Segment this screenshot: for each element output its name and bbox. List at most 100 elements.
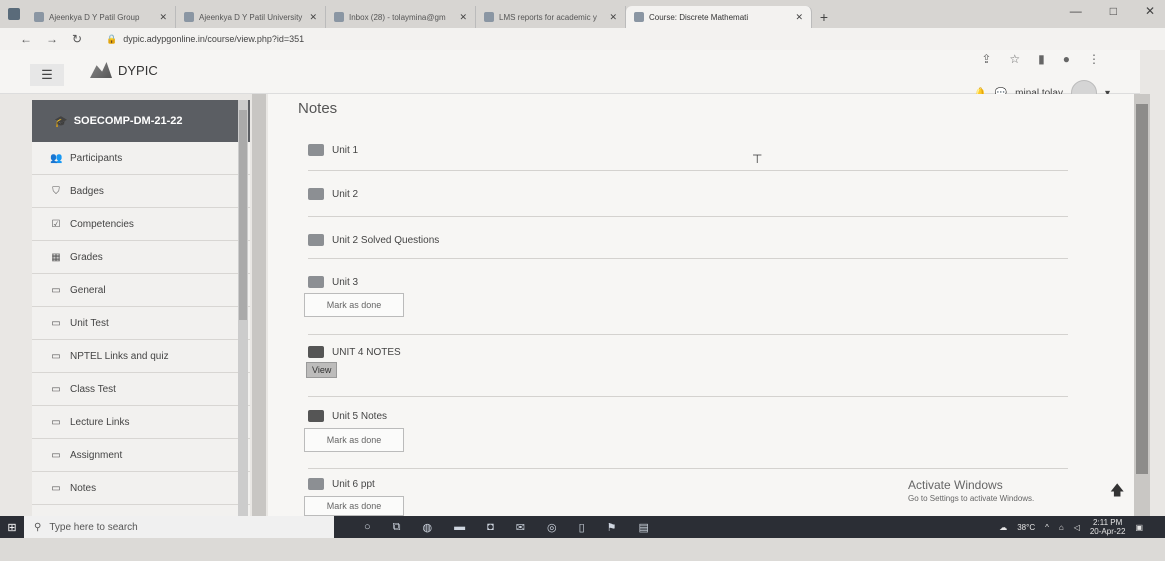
volume-icon[interactable]: ◁ — [1074, 523, 1080, 532]
file-icon — [308, 234, 324, 246]
file-explorer-icon[interactable]: ▬ — [454, 521, 465, 534]
close-tab-icon[interactable]: ✕ — [459, 12, 467, 23]
panel-divider — [252, 94, 266, 516]
tray-chevron-icon[interactable]: ^ — [1045, 523, 1049, 532]
start-button[interactable]: ⊞ — [0, 516, 24, 538]
folder-icon: ▭ — [51, 350, 61, 362]
close-tab-icon[interactable]: ✕ — [795, 12, 803, 23]
profile-icon[interactable]: ● — [1063, 52, 1070, 66]
course-code: SOECOMP-DM-21-22 — [73, 115, 183, 127]
browser-tab-active[interactable]: Course: Discrete Mathemati ✕ — [626, 6, 812, 28]
folder-icon: ▭ — [51, 383, 61, 395]
network-icon[interactable]: ⌂ — [1059, 523, 1064, 532]
clock[interactable]: 2:11 PM 20-Apr-22 — [1090, 518, 1126, 536]
edge-icon[interactable]: ◍ — [423, 521, 433, 534]
share-icon[interactable]: ⇪ — [981, 52, 991, 66]
activate-subtitle: Go to Settings to activate Windows. — [908, 494, 1035, 503]
temperature[interactable]: 38°C — [1017, 523, 1035, 532]
taskbar-apps: ○ ⧉ ◍ ▬ ◘ ✉ ◎ ▯ ⚑ ▤ — [364, 521, 649, 534]
url-field[interactable]: 🔒 dypic.adypgonline.in/course/view.php?id… — [106, 34, 304, 45]
back-to-top-icon[interactable]: 🡅 — [1110, 480, 1124, 504]
store-icon[interactable]: ◘ — [487, 521, 494, 534]
mouse-cursor: ⊤ — [752, 152, 763, 166]
app-icon[interactable]: ▯ — [579, 521, 585, 534]
sidepanel-icon[interactable]: ▮ — [1038, 52, 1045, 66]
browser-actions: ⇪ ☆ ▮ ● ⋮ — [981, 52, 1100, 66]
browser-tab[interactable]: LMS reports for academic y ✕ — [476, 6, 626, 28]
sidebar-item-participants[interactable]: 👥 Participants — [32, 142, 250, 175]
sidebar-item-lecture-links[interactable]: ▭ Lecture Links — [32, 406, 250, 439]
sidebar-course-header[interactable]: 🎓 SOECOMP-DM-21-22 — [32, 100, 250, 142]
site-brand[interactable]: DYPIC — [90, 62, 158, 78]
chrome-icon[interactable]: ◎ — [547, 521, 557, 534]
url-text: dypic.adypgonline.in/course/view.php?id=… — [123, 33, 305, 44]
menu-toggle-button[interactable]: ☰ — [30, 64, 64, 86]
notification-icon[interactable]: ▣ — [1135, 523, 1143, 532]
close-window-button[interactable]: ✕ — [1145, 4, 1155, 18]
folder-icon — [308, 410, 324, 422]
close-tab-icon[interactable]: ✕ — [609, 12, 617, 23]
sidebar-item-label: Unit Test — [70, 317, 109, 329]
windows-icon: ⊞ — [7, 521, 17, 534]
close-tab-icon[interactable]: ✕ — [309, 12, 317, 23]
reload-icon[interactable]: ↻ — [72, 32, 82, 46]
folder-icon — [308, 346, 324, 358]
divider — [308, 334, 1068, 335]
scrollbar-thumb[interactable] — [1136, 104, 1148, 474]
sidebar-scrollbar[interactable] — [238, 100, 248, 516]
sidebar-item-notes[interactable]: ▭ Notes — [32, 472, 250, 505]
view-button[interactable]: View — [306, 362, 338, 378]
new-tab-button[interactable]: + — [812, 6, 836, 28]
task-view-icon[interactable]: ⧉ — [393, 521, 401, 534]
system-tray: ☁ 38°C ^ ⌂ ◁ 2:11 PM 20-Apr-22 ▣ — [999, 518, 1143, 536]
teams-icon[interactable]: ⚑ — [607, 521, 617, 534]
sidebar-item-label: Notes — [70, 482, 97, 494]
close-tab-icon[interactable]: ✕ — [159, 12, 167, 23]
sidebar-item-general[interactable]: ▭ General — [32, 274, 250, 307]
activity-unit-2[interactable]: Unit 2 — [308, 188, 358, 200]
sidebar-item-competencies[interactable]: ☑ Competencies — [32, 208, 250, 241]
screen-bottom-edge — [0, 538, 1165, 561]
word-icon[interactable]: ▤ — [639, 521, 649, 534]
mark-as-done-button[interactable]: Mark as done — [304, 496, 404, 516]
activity-unit-6-ppt[interactable]: Unit 6 ppt — [308, 478, 375, 490]
sidebar-item-unit-test[interactable]: ▭ Unit Test — [32, 307, 250, 340]
mark-as-done-button[interactable]: Mark as done — [304, 293, 404, 317]
scrollbar-thumb[interactable] — [239, 110, 247, 320]
folder-icon: ▭ — [51, 449, 61, 461]
course-content: Notes Unit 1 ⊤ Unit 2 Unit 2 Solved Ques… — [268, 94, 1134, 516]
activity-unit-3[interactable]: Unit 3 — [308, 276, 358, 288]
search-icon: ⚲ — [34, 521, 42, 533]
sidebar-item-nptel[interactable]: ▭ NPTEL Links and quiz — [32, 340, 250, 373]
taskbar-search[interactable]: ⚲ Type here to search — [24, 516, 334, 538]
activity-unit-5-notes[interactable]: Unit 5 Notes — [308, 410, 387, 422]
sidebar-item-label: General — [70, 284, 106, 296]
browser-tab[interactable]: Ajeenkya D Y Patil Group ✕ — [26, 6, 176, 28]
tab-search-icon[interactable] — [8, 8, 20, 20]
more-icon[interactable]: ⋮ — [1088, 52, 1100, 66]
activity-label: UNIT 4 NOTES — [332, 346, 401, 358]
sidebar-item-label: Grades — [70, 251, 103, 263]
cortana-icon[interactable]: ○ — [364, 521, 371, 534]
forward-arrow-icon[interactable]: → — [46, 32, 58, 46]
activate-title: Activate Windows — [908, 478, 1003, 492]
sidebar-item-class-test[interactable]: ▭ Class Test — [32, 373, 250, 406]
sidebar-item-grades[interactable]: ▦ Grades — [32, 241, 250, 274]
users-icon: 👥 — [50, 152, 63, 164]
browser-tab[interactable]: Ajeenkya D Y Patil University ✕ — [176, 6, 326, 28]
mark-as-done-button[interactable]: Mark as done — [304, 428, 404, 452]
sidebar-item-badges[interactable]: ⛉ Badges — [32, 175, 250, 208]
course-sidebar: 🎓 SOECOMP-DM-21-22 👥 Participants ⛉ Badg… — [32, 100, 250, 516]
browser-tab[interactable]: Inbox (28) - tolaymina@gm ✕ — [326, 6, 476, 28]
activity-unit-4-notes[interactable]: UNIT 4 NOTES — [308, 346, 401, 358]
search-placeholder: Type here to search — [49, 521, 138, 533]
mail-icon[interactable]: ✉ — [516, 521, 525, 534]
sidebar-item-assignment[interactable]: ▭ Assignment — [32, 439, 250, 472]
activity-unit-1[interactable]: Unit 1 — [308, 144, 358, 156]
back-arrow-icon[interactable]: ← — [20, 32, 32, 46]
page-scrollbar[interactable] — [1134, 94, 1150, 516]
activity-unit-2-solved[interactable]: Unit 2 Solved Questions — [308, 234, 439, 246]
maximize-button[interactable]: □ — [1110, 4, 1117, 18]
minimize-button[interactable]: — — [1070, 4, 1082, 18]
star-icon[interactable]: ☆ — [1009, 52, 1020, 66]
